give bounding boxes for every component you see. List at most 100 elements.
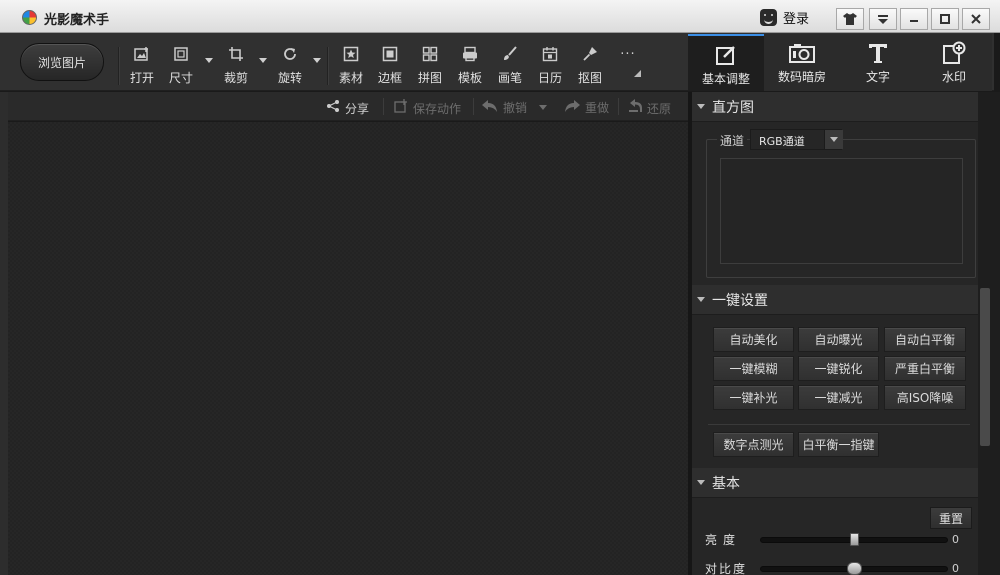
tab-label: 水印 (941, 70, 966, 84)
action-divider (618, 98, 619, 115)
tool-label: 尺寸 (168, 71, 193, 85)
browse-images-button[interactable]: 浏览图片 (20, 43, 104, 81)
toolbar-divider (327, 47, 328, 85)
toolbar-divider (118, 47, 119, 85)
section-title: 一键设置 (712, 292, 768, 309)
calendar-icon (542, 45, 558, 63)
auto-beautify-button[interactable]: 自动美化 (713, 327, 794, 352)
tool-rotate[interactable]: 旋转 (268, 45, 312, 89)
tool-label: 旋转 (277, 71, 302, 85)
one-click-sharpen-button[interactable]: 一键锐化 (798, 356, 879, 381)
section-basic-header[interactable]: 基本 (692, 468, 978, 498)
redo-label: 重做 (585, 101, 610, 115)
high-iso-denoise-button[interactable]: 高ISO降噪 (884, 385, 966, 410)
cutout-icon (582, 45, 598, 63)
undo-button[interactable]: 撤销 (482, 99, 527, 116)
skin-button[interactable] (836, 8, 864, 30)
contrast-slider-thumb[interactable] (846, 562, 862, 575)
tool-label: 素材 (338, 71, 363, 85)
crop-dropdown-icon[interactable] (259, 58, 267, 63)
basic-adjust-icon (715, 44, 737, 66)
tool-open[interactable]: 打开 (120, 45, 164, 89)
collage-icon (422, 45, 438, 63)
undo-label: 撤销 (503, 101, 528, 115)
tab-text[interactable]: 文字 (840, 34, 916, 91)
white-balance-picker-button[interactable]: 白平衡一指键 (798, 432, 879, 457)
tool-frame[interactable]: 边框 (368, 45, 412, 89)
panel-scrollbar-thumb[interactable] (980, 288, 990, 446)
text-icon (867, 42, 889, 64)
tab-watermark[interactable]: 水印 (916, 34, 992, 91)
histogram-display (720, 158, 963, 264)
main-menu-button[interactable] (869, 8, 897, 30)
auto-exposure-button[interactable]: 自动曝光 (798, 327, 879, 352)
section-divider (708, 424, 970, 425)
darkroom-icon (788, 42, 816, 64)
section-title: 直方图 (712, 99, 754, 116)
fill-light-button[interactable]: 一键补光 (713, 385, 794, 410)
tool-label: 拼图 (417, 71, 442, 85)
tool-material[interactable]: 素材 (329, 45, 373, 89)
tab-label: 数码暗房 (777, 70, 826, 84)
collapse-arrow-icon (697, 297, 705, 302)
brightness-label: 亮度 (705, 533, 742, 547)
share-icon (326, 99, 340, 117)
section-title: 基本 (712, 475, 740, 492)
tool-label: 画笔 (497, 71, 522, 85)
tool-resize[interactable]: 尺寸 (159, 45, 203, 89)
collapse-arrow-icon (697, 480, 705, 485)
close-button[interactable] (962, 8, 990, 30)
tab-basic-adjust[interactable]: 基本调整 (688, 34, 764, 91)
one-click-blur-button[interactable]: 一键模糊 (713, 356, 794, 381)
section-histogram-header[interactable]: 直方图 (692, 92, 978, 122)
maximize-button[interactable] (931, 8, 959, 30)
undo-dropdown-icon[interactable] (539, 105, 547, 110)
reset-button[interactable]: 重置 (930, 507, 972, 529)
close-icon (971, 14, 981, 24)
tool-collage[interactable]: 拼图 (408, 45, 452, 89)
adjust-panel: 直方图 通道 RGB通道 一键设置 自动美化 自动曝光 自动白平衡 一键模糊 一… (692, 92, 1000, 575)
tool-label: 抠图 (577, 71, 602, 85)
restore-label: 还原 (647, 101, 672, 116)
restore-icon (628, 99, 642, 117)
spot-metering-button[interactable]: 数字点测光 (713, 432, 794, 457)
more-tools-button[interactable]: ··· (606, 45, 650, 89)
image-canvas[interactable] (8, 122, 688, 575)
rotate-icon (282, 45, 298, 63)
title-bar: 光影魔术手 登录 (0, 0, 1000, 33)
auto-white-balance-button[interactable]: 自动白平衡 (884, 327, 966, 352)
rotate-dropdown-icon[interactable] (313, 58, 321, 63)
resize-icon (173, 45, 189, 63)
share-button[interactable]: 分享 (326, 99, 369, 117)
brightness-slider-thumb[interactable] (849, 533, 859, 546)
app-title: 光影魔术手 (44, 13, 110, 28)
tool-label: 边框 (377, 71, 402, 85)
resize-dropdown-icon[interactable] (205, 58, 213, 63)
login-button[interactable]: 登录 (760, 7, 809, 27)
material-icon (343, 45, 359, 63)
section-oneclick-header[interactable]: 一键设置 (692, 285, 978, 315)
crop-icon (228, 45, 244, 63)
tool-label: 日历 (537, 71, 562, 85)
tab-darkroom[interactable]: 数码暗房 (764, 34, 840, 91)
save-action-label: 保存动作 (413, 101, 462, 116)
share-label: 分享 (345, 101, 370, 116)
expand-toolbar-icon[interactable] (634, 70, 641, 77)
severe-white-balance-button[interactable]: 严重白平衡 (884, 356, 966, 381)
contrast-label: 对比度 (705, 562, 748, 575)
channel-dropdown-icon[interactable] (824, 130, 843, 149)
restore-button[interactable]: 还原 (628, 99, 671, 117)
collapse-arrow-icon (697, 104, 705, 109)
tool-brush[interactable]: 画笔 (488, 45, 532, 89)
tool-calendar[interactable]: 日历 (528, 45, 572, 89)
template-icon (462, 45, 478, 63)
brush-icon (502, 45, 518, 63)
redo-button[interactable]: 重做 (564, 99, 609, 116)
app-logo-icon (22, 10, 37, 25)
minimize-button[interactable] (900, 8, 928, 30)
tool-template[interactable]: 模板 (448, 45, 492, 89)
tool-crop[interactable]: 裁剪 (214, 45, 258, 89)
reduce-light-button[interactable]: 一键减光 (798, 385, 879, 410)
save-action-button[interactable]: 保存动作 (394, 99, 461, 117)
tool-label: 裁剪 (223, 71, 248, 85)
